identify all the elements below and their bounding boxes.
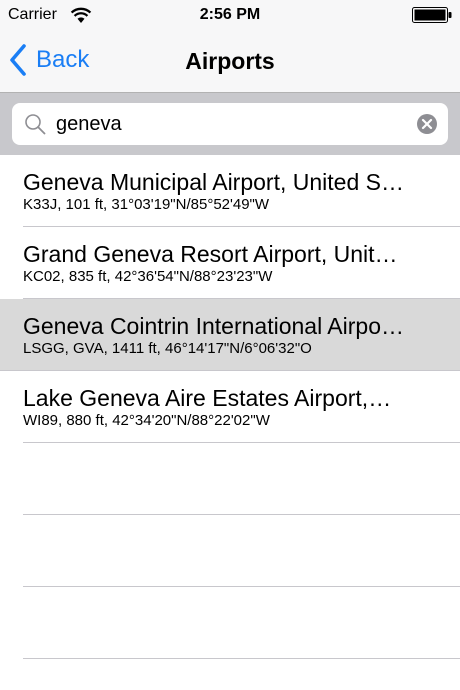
table-row-selected[interactable]: Geneva Cointrin International Airpo… LSG… <box>0 299 460 371</box>
search-field[interactable] <box>12 103 448 145</box>
airport-details: WI89, 880 ft, 42°34'20"N/88°22'02"W <box>23 412 270 429</box>
separator <box>23 658 460 659</box>
search-bar <box>0 93 460 155</box>
airport-name: Lake Geneva Aire Estates Airport,… <box>23 385 392 411</box>
page-title: Airports <box>185 48 275 74</box>
search-icon <box>25 114 46 135</box>
airport-name: Geneva Municipal Airport, United S… <box>23 169 404 195</box>
status-time: 2:56 PM <box>199 6 261 23</box>
airport-details: KC02, 835 ft, 42°36'54"N/88°23'23"W <box>23 268 273 285</box>
battery-icon <box>412 7 452 23</box>
search-input[interactable] <box>56 103 396 145</box>
separator <box>23 514 460 515</box>
table-row[interactable]: Geneva Municipal Airport, United S… K33J… <box>23 155 460 227</box>
table-row[interactable]: Grand Geneva Resort Airport, Unit… KC02,… <box>23 227 460 299</box>
airport-list: Geneva Municipal Airport, United S… K33J… <box>0 155 460 443</box>
status-bar: Carrier 2:56 PM <box>0 0 460 30</box>
table-row[interactable]: Lake Geneva Aire Estates Airport,… WI89,… <box>23 371 460 443</box>
clear-icon[interactable] <box>416 113 438 135</box>
airport-name: Geneva Cointrin International Airpo… <box>23 313 404 339</box>
navigation-bar: Back Airports <box>0 30 460 93</box>
airport-details: K33J, 101 ft, 31°03'19"N/85°52'49"W <box>23 196 270 213</box>
airport-name: Grand Geneva Resort Airport, Unit… <box>23 241 398 267</box>
airport-details: LSGG, GVA, 1411 ft, 46°14'17"N/6°06'32"O <box>23 340 312 357</box>
separator <box>23 586 460 587</box>
